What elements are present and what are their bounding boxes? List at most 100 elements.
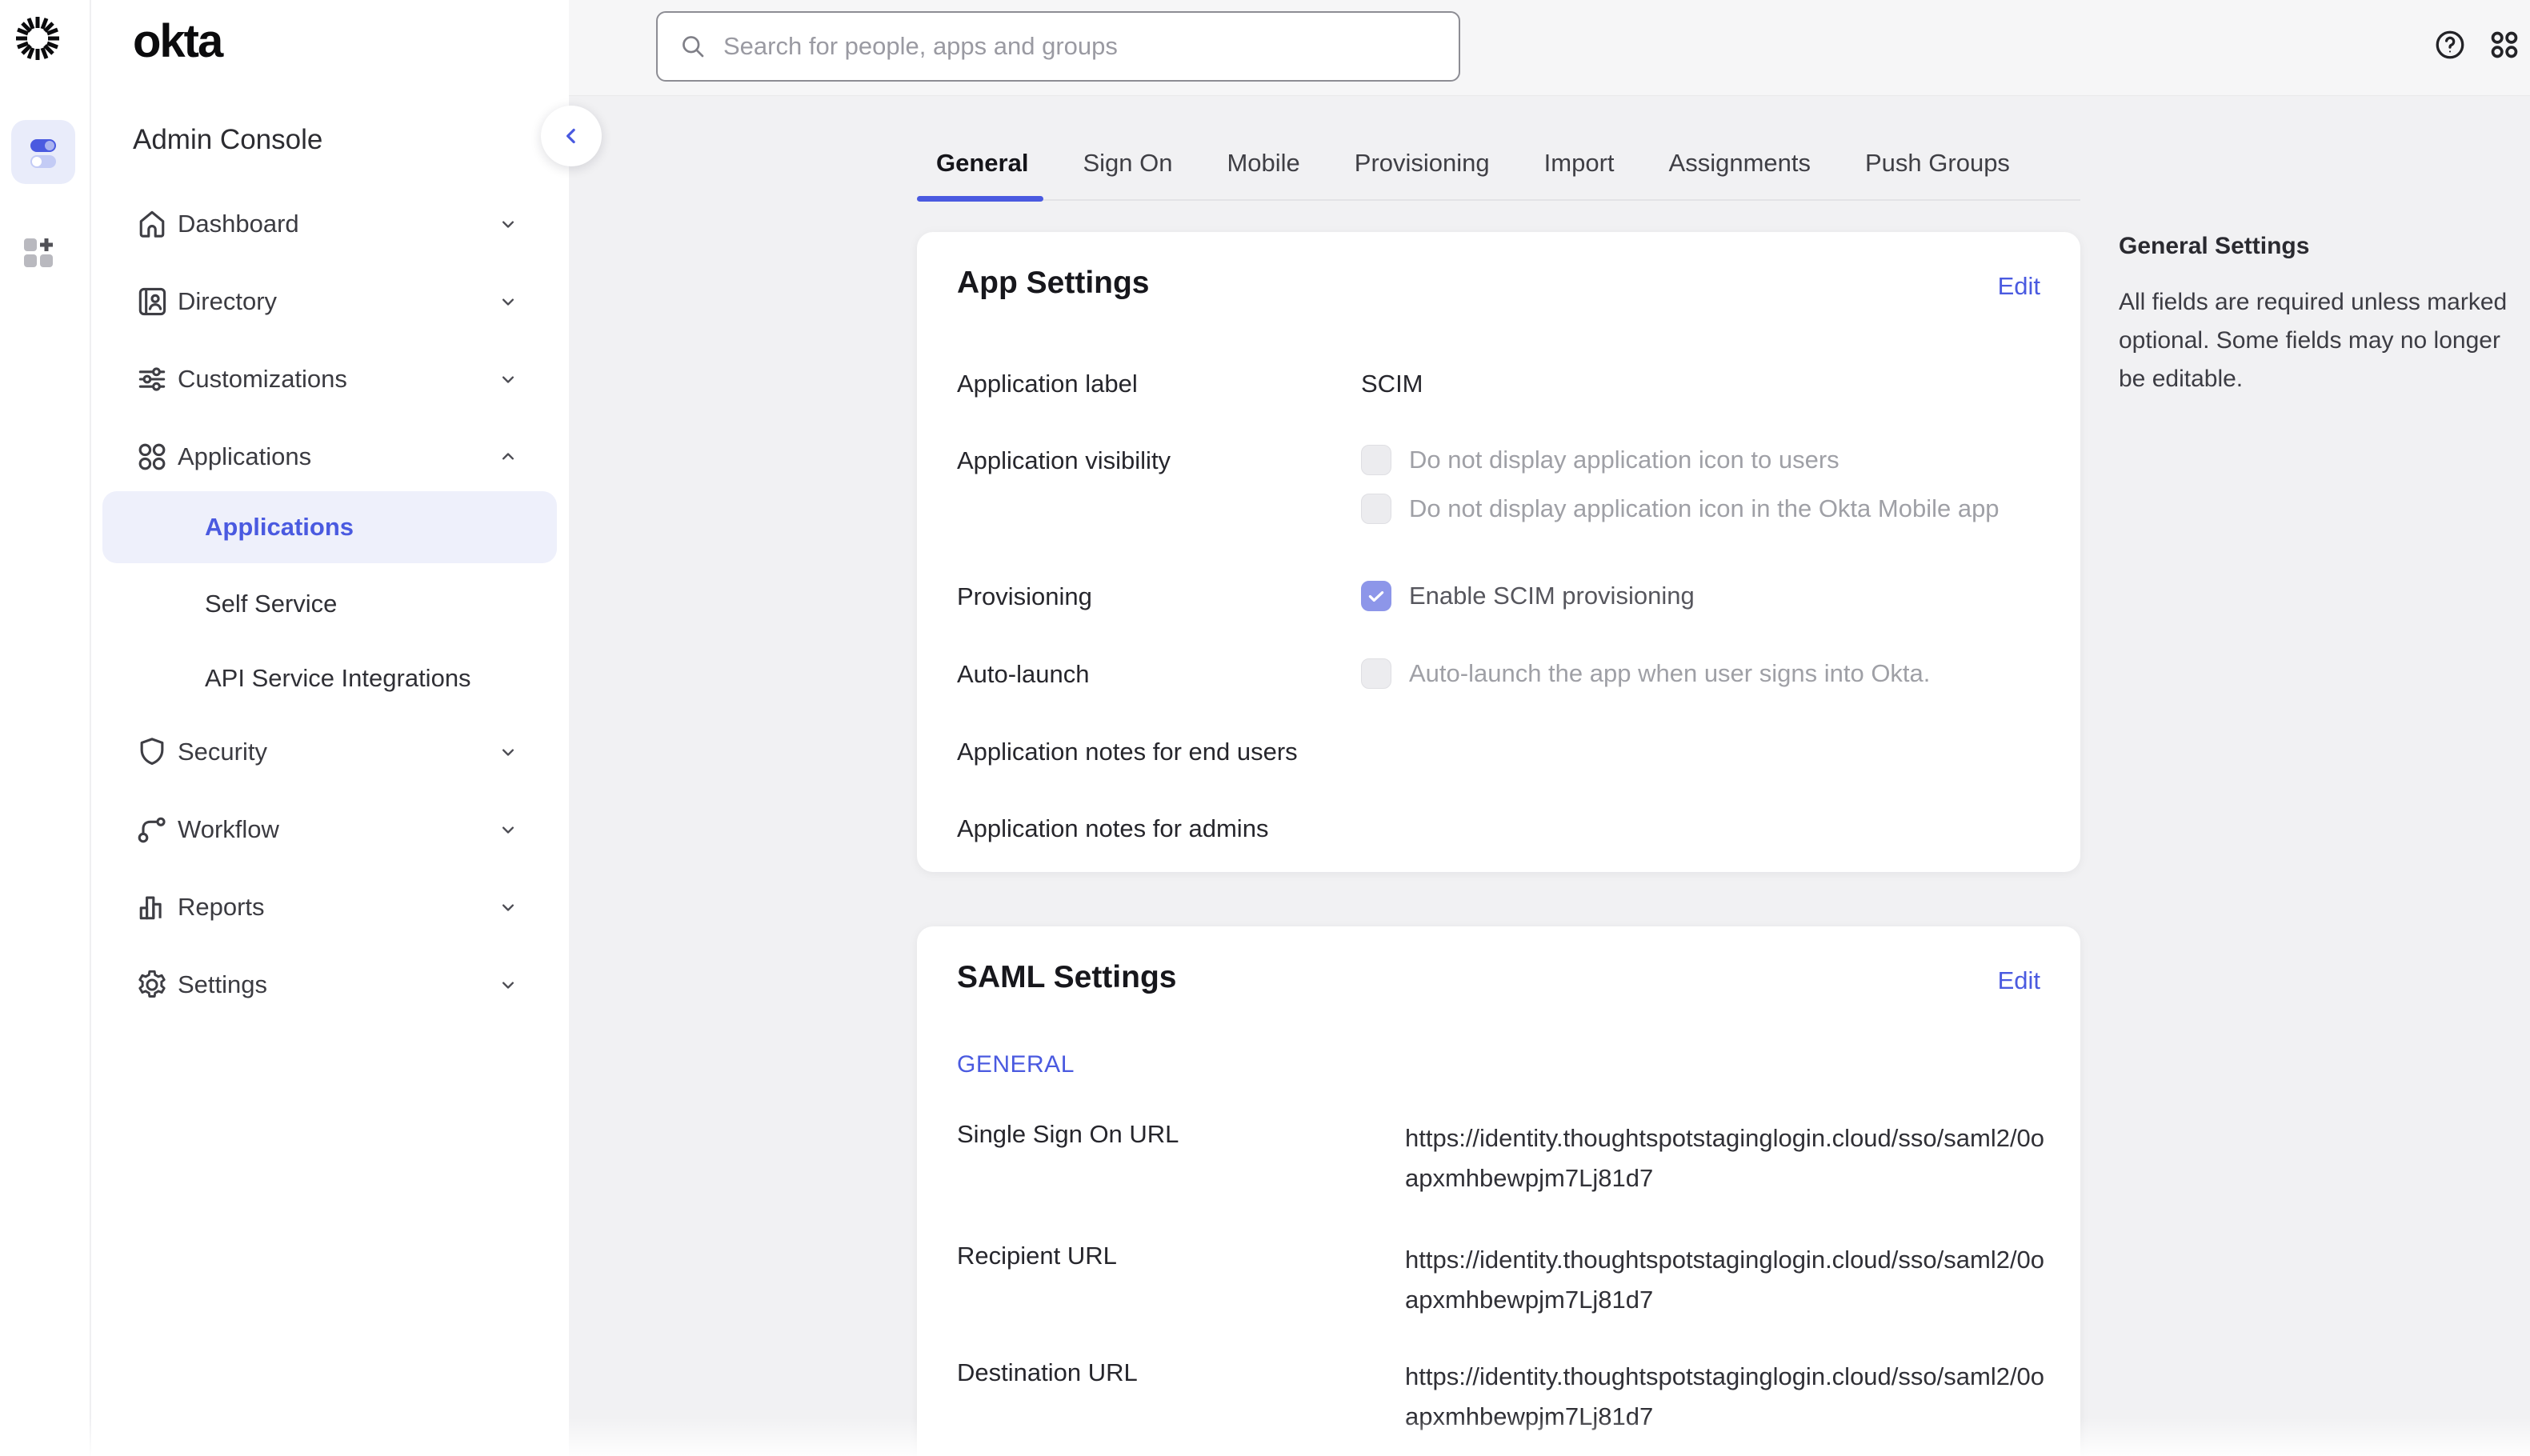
okta-admin-console: okta Admin Console Dashboard Directory — [0, 0, 2530, 1456]
sidebar-item-label: Settings — [178, 970, 267, 999]
active-tab-indicator — [917, 196, 1043, 202]
application-visibility-row: Application visibility Do not display ap… — [957, 445, 2045, 524]
tab-mobile[interactable]: Mobile — [1207, 126, 1319, 200]
checkbox-label: Do not display application icon to users — [1409, 445, 1839, 475]
field-label: Application notes for admins — [957, 813, 1361, 845]
chevron-left-icon — [559, 124, 583, 148]
okta-aura-logo-icon — [12, 13, 63, 64]
card-title: App Settings — [957, 266, 1150, 301]
chevron-down-icon — [497, 368, 519, 390]
checkbox-label: Auto-launch the app when user signs into… — [1409, 658, 1930, 689]
visibility-mobile-checkbox — [1361, 494, 1391, 524]
chevron-up-icon — [497, 446, 519, 468]
app-settings-edit-link[interactable]: Edit — [1998, 272, 2040, 301]
single-sign-on-url-row: Single Sign On URL https://identity.thou… — [957, 1118, 2045, 1198]
saml-settings-card: SAML Settings Edit GENERAL Single Sign O… — [917, 926, 2080, 1456]
reports-icon — [134, 890, 170, 925]
field-label: Provisioning — [957, 581, 1361, 613]
home-icon — [134, 206, 170, 242]
chevron-down-icon — [497, 741, 519, 763]
tab-push-groups[interactable]: Push Groups — [1846, 126, 2029, 200]
field-label: Application notes for end users — [957, 736, 1361, 768]
sidebar-subitem-applications-selected[interactable]: Applications — [102, 491, 557, 563]
admin-console-switcher-active[interactable] — [11, 120, 75, 184]
sidebar-subitem-label: Applications — [205, 513, 354, 542]
notes-end-users-row: Application notes for end users — [957, 736, 2045, 768]
chevron-down-icon — [497, 974, 519, 996]
field-label: Destination URL — [957, 1357, 1405, 1389]
sidebar-subitem-self-service[interactable]: Self Service — [205, 586, 337, 622]
destination-url-row: Destination URL https://identity.thought… — [957, 1357, 2045, 1437]
help-panel-body: All fields are required unless marked op… — [2119, 283, 2530, 398]
app-tabs: General Sign On Mobile Provisioning Impo… — [917, 126, 2029, 200]
field-value: SCIM — [1361, 368, 1423, 400]
sidebar-subitem-api-service-integrations[interactable]: API Service Integrations — [205, 661, 471, 696]
tab-sign-on[interactable]: Sign On — [1063, 126, 1191, 200]
sidebar-item-label: Dashboard — [178, 210, 299, 238]
saml-settings-edit-link[interactable]: Edit — [1998, 966, 2040, 995]
console-title: Admin Console — [133, 124, 322, 156]
apps-grid-icon[interactable] — [2487, 27, 2522, 62]
sidebar-item-label: Security — [178, 738, 267, 766]
add-apps-grid-icon[interactable] — [18, 232, 59, 274]
tab-assignments[interactable]: Assignments — [1650, 126, 1830, 200]
tabs-baseline — [917, 199, 2080, 201]
field-label: Auto-launch — [957, 658, 1361, 690]
field-label: Application label — [957, 368, 1361, 400]
sidebar-item-reports[interactable]: Reports — [91, 888, 569, 926]
help-icon[interactable] — [2432, 27, 2468, 62]
notes-admins-row: Application notes for admins — [957, 813, 2045, 845]
chevron-down-icon — [497, 290, 519, 313]
application-label-row: Application label SCIM — [957, 368, 2045, 400]
gear-icon — [134, 967, 170, 1002]
chevron-down-icon — [497, 896, 519, 918]
sidebar-item-dashboard[interactable]: Dashboard — [91, 205, 569, 243]
help-panel-title: General Settings — [2119, 230, 2530, 262]
sidebar-item-workflow[interactable]: Workflow — [91, 810, 569, 849]
recipient-url-row: Recipient URL https://identity.thoughtsp… — [957, 1240, 2045, 1320]
sidebar-item-directory[interactable]: Directory — [91, 282, 569, 321]
chevron-down-icon — [497, 818, 519, 841]
app-settings-card: App Settings Edit Application label SCIM… — [917, 232, 2080, 872]
sidebar-item-security[interactable]: Security — [91, 733, 569, 771]
sidebar-item-applications[interactable]: Applications — [91, 438, 569, 476]
sidebar-item-settings[interactable]: Settings — [91, 966, 569, 1004]
search-input[interactable] — [658, 13, 1459, 80]
sidebar-item-customizations[interactable]: Customizations — [91, 360, 569, 398]
sidebar-collapse-button[interactable] — [541, 106, 602, 166]
check-icon — [1366, 586, 1387, 606]
provisioning-row: Provisioning Enable SCIM provisioning — [957, 581, 2045, 613]
tab-general[interactable]: General — [917, 126, 1047, 200]
sidebar-item-label: Workflow — [178, 815, 279, 844]
field-value: https://identity.thoughtspotstaginglogin… — [1405, 1357, 2045, 1437]
global-search — [656, 11, 1460, 82]
visibility-users-checkbox — [1361, 445, 1391, 475]
search-icon — [679, 32, 707, 61]
workflow-icon — [134, 812, 170, 847]
enable-scim-provisioning-checkbox — [1361, 581, 1391, 611]
field-value: https://identity.thoughtspotstaginglogin… — [1405, 1240, 2045, 1320]
shield-icon — [134, 734, 170, 770]
general-settings-help-panel: General Settings All fields are required… — [2119, 230, 2530, 398]
sidebar-subitem-label: Self Service — [205, 590, 337, 618]
applications-icon — [134, 439, 170, 474]
left-rail — [0, 0, 90, 1456]
field-label: Application visibility — [957, 445, 1361, 477]
saml-general-section-heading: GENERAL — [957, 1051, 1075, 1078]
sidebar-subitem-label: API Service Integrations — [205, 664, 471, 693]
field-label: Single Sign On URL — [957, 1118, 1405, 1150]
customizations-icon — [134, 362, 170, 397]
sidebar: okta Admin Console Dashboard Directory — [91, 0, 569, 1456]
sidebar-item-label: Customizations — [178, 365, 347, 394]
checkbox-label: Enable SCIM provisioning — [1409, 581, 1695, 611]
tab-provisioning[interactable]: Provisioning — [1335, 126, 1509, 200]
chevron-down-icon — [497, 213, 519, 235]
checkbox-label: Do not display application icon in the O… — [1409, 494, 2000, 524]
sidebar-item-label: Reports — [178, 893, 265, 922]
okta-wordmark[interactable]: okta — [133, 14, 222, 68]
directory-icon — [134, 284, 170, 319]
auto-launch-checkbox — [1361, 658, 1391, 689]
auto-launch-row: Auto-launch Auto-launch the app when use… — [957, 658, 2045, 690]
toggles-icon — [22, 131, 64, 173]
tab-import[interactable]: Import — [1525, 126, 1634, 200]
